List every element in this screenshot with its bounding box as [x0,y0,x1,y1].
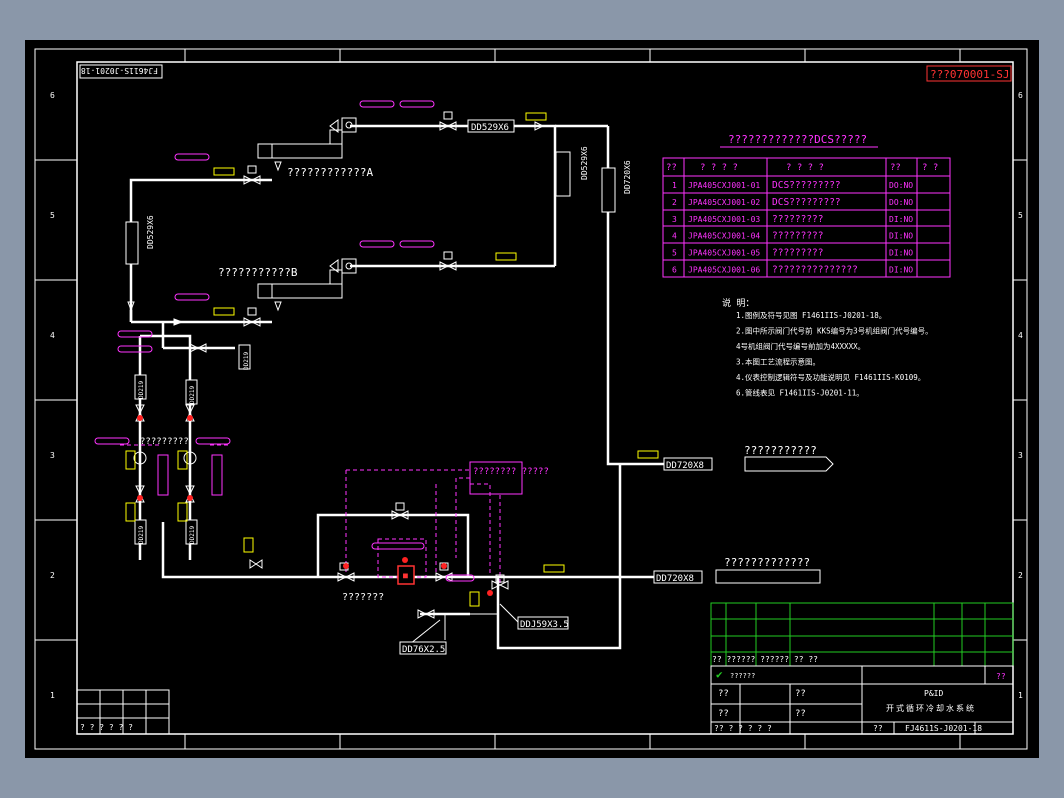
svg-text:5: 5 [1018,211,1023,220]
table-cell: DCS????????? [772,180,841,191]
pid-drawing: 6 5 4 3 2 1 6 5 4 3 2 1 FJ4611S-J0201-18 ???0700… [25,40,1039,758]
table-cell: 5 [672,249,677,258]
title-block-logo-icon: ✔ [716,668,723,681]
table-cell: JPA405CXJ001-02 [688,198,760,207]
pipe-label-p4: DD529X6 [146,215,155,249]
notes-heading: 说 明： [722,297,754,309]
table-cell: JPA405CXJ001-06 [688,266,760,275]
signal-table-header: ?? ? ? ? ? ? ? ? ? ?? ? ? [666,163,938,173]
table-cell: DI:NO [889,232,913,241]
table-header-code: ? ? ? ? [700,163,738,173]
table-cell: ????????? [772,231,823,242]
table-header-no: ?? [666,163,677,173]
pipe-label-vert3: DD219 [138,526,145,544]
destination-arrow-2 [715,569,821,584]
table-cell: 6 [672,266,677,275]
title-block-corner: ?? [996,672,1006,681]
pipe-label-vert2: DD219 [189,386,196,404]
table-cell: ????????? [772,214,823,225]
note-line: 2.图中所示阀门代号前 KKS编号为3号机组阀门代号编号。 [736,326,933,336]
title-block-cell-2: ?? [795,689,806,699]
heater-mark: ■ [403,571,408,580]
title-block-logo-text: ?????? [730,672,755,680]
title-block-drawing-no: FJ4611S-J0201-18 [905,724,982,733]
table-cell: DI:NO [889,249,913,258]
pipe-label-p5: DD720X8 [666,461,704,471]
table-cell: DI:NO [889,215,913,224]
pipe-label-small2: DD219 [189,526,196,544]
svg-text:5: 5 [50,211,55,220]
pipe-label-p1: DD529X6 [471,123,509,133]
title-block-drawing-name: 开式循环冷却水系统 [886,703,976,713]
table-cell: JPA405CXJ001-05 [688,249,760,258]
top-right-code: ???070001-SJ [930,68,1009,81]
table-cell: ????????? [772,248,823,259]
table-cell: DO:NO [889,198,913,207]
pipe-label-p3: DD720X6 [623,160,632,194]
svg-text:3: 3 [1018,451,1023,460]
top-left-code: FJ4611S-J0201-18 [81,66,158,75]
svg-text:1: 1 [50,691,55,700]
control-box-label: ???????? ????? [473,467,549,477]
bottom-left-label: ??????? [342,592,384,603]
pipe-label-small1: DD219 [243,352,250,370]
svg-text:4: 4 [1018,331,1023,340]
table-cell: 2 [672,198,677,207]
table-header-type: ?? [890,163,901,173]
left-group-label: ????????? [140,437,189,447]
destination-arrow-1 [744,456,834,472]
title-block-project: P&ID [924,689,943,698]
table-header-name: ? ? ? ? [786,163,824,173]
note-line: 4.仪表控制逻辑符号及功能说明见 F1461IIS-K0109。 [736,372,925,382]
svg-text:1: 1 [1018,691,1023,700]
pipe-label-p2: DD529X6 [580,146,589,180]
destination-2-label: ????????????? [724,556,810,569]
svg-text:2: 2 [1018,571,1023,580]
svg-text:2: 2 [50,571,55,580]
pipe-label-p6: DD720X8 [656,574,694,584]
svg-text:3: 3 [50,451,55,460]
note-line: 3.本图工艺流程示意图。 [736,357,820,367]
note-line: 4号机组阀门代号编号前加为4XXXXX。 [736,341,865,351]
table-cell: JPA405CXJ001-04 [688,232,760,241]
revision-row-label: ? ? ? ? ? ? [80,723,133,732]
svg-text:6: 6 [1018,91,1023,100]
table-cell: DI:NO [889,266,913,275]
table-cell: DCS????????? [772,197,841,208]
title-block-cell-1: ?? [718,689,729,699]
title-block-cell-3: ?? [718,709,729,719]
note-line: 1.图例及符号见图 F1461IIS-J0201-18。 [736,310,886,320]
sheet-background [25,40,1039,758]
table-cell: ??????????????? [772,265,858,276]
table-cell: 4 [672,232,677,241]
equipment-a-label: ????????????A [287,166,373,179]
svg-text:4: 4 [50,331,55,340]
title-block-cell-5: ?? ? ? ? ? ? [714,724,772,733]
table-header-note: ? ? [922,163,938,173]
table-cell: JPA405CXJ001-01 [688,181,760,190]
destination-1-label: ??????????? [744,444,817,457]
table-cell: DO:NO [889,181,913,190]
title-block-cell-4: ?? [795,709,806,719]
table-cell: 3 [672,215,677,224]
table-cell: JPA405CXJ001-03 [688,215,760,224]
title-block-scale: ?? [873,724,883,733]
pipe-label-vert1: DD219 [138,381,145,399]
equipment-b-label: ???????????B [218,266,298,279]
table-title: ?????????????DCS????? [728,133,867,146]
table-cell: 1 [672,181,677,190]
pipe-label-p8: DD76X2.5 [402,645,445,655]
pipe-label-p7: DDJ59X3.5 [520,620,569,630]
svg-text:6: 6 [50,91,55,100]
title-block-row-label: ?? ?????? ?????? ?? ?? [712,655,818,664]
note-line: 6.管线表见 F1461IIS-J0201-11。 [736,388,864,398]
